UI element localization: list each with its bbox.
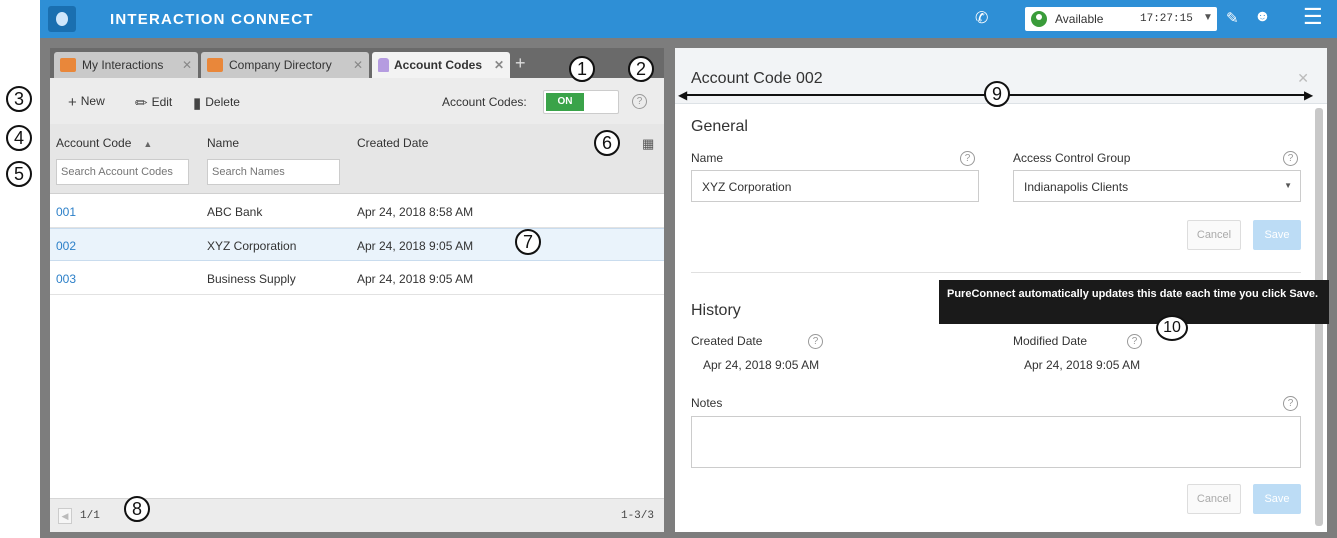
- table-row-selected[interactable]: 002 XYZ Corporation Apr 24, 2018 9:05 AM: [50, 228, 664, 261]
- callout-3: 3: [6, 86, 32, 112]
- account-code-link[interactable]: 002: [56, 239, 76, 253]
- row-name: ABC Bank: [207, 205, 263, 219]
- column-name[interactable]: Name: [207, 136, 239, 150]
- modified-date-tooltip: PureConnect automatically updates this d…: [939, 280, 1329, 324]
- row-created-date: Apr 24, 2018 9:05 AM: [357, 239, 474, 253]
- record-range: 1-3/3: [620, 510, 654, 522]
- close-icon[interactable]: ✕: [1297, 70, 1309, 87]
- app-logo: [48, 6, 76, 32]
- help-icon[interactable]: ?: [1127, 334, 1142, 349]
- detail-title: Account Code 002: [691, 70, 823, 87]
- people-icon[interactable]: ☻: [1254, 8, 1271, 26]
- edit-button[interactable]: ✏ Edit: [135, 94, 172, 112]
- cancel-button[interactable]: Cancel: [1187, 484, 1241, 514]
- callout-2: 2: [628, 56, 654, 82]
- toolbar: + New ✏ Edit ▮ Delete Account Codes: ON ?: [50, 78, 664, 124]
- access-control-group-select[interactable]: Indianapolis Clients ▼: [1013, 170, 1301, 202]
- tab-label: Account Codes: [394, 58, 483, 72]
- callout-7: 7: [515, 229, 541, 255]
- divider: [691, 272, 1301, 273]
- table-row[interactable]: 003 Business Supply Apr 24, 2018 9:05 AM: [50, 262, 664, 295]
- tab-label: My Interactions: [82, 58, 164, 72]
- callout-5: 5: [6, 161, 32, 187]
- pencil-icon: ✏: [135, 95, 148, 112]
- account-code-link[interactable]: 003: [56, 272, 76, 286]
- account-code-detail-panel: Account Code 002 ✕ General Name ? XYZ Co…: [675, 48, 1329, 532]
- account-codes-panel: My Interactions ✕ Company Directory ✕ Ac…: [50, 48, 664, 532]
- interactions-icon: [60, 58, 76, 72]
- created-date-value: Apr 24, 2018 9:05 AM: [703, 358, 820, 372]
- chevron-down-icon: ▼: [1284, 181, 1292, 190]
- tab-account-codes[interactable]: Account Codes ✕: [372, 52, 510, 78]
- modified-date-label: Modified Date: [1013, 334, 1088, 348]
- help-icon[interactable]: ?: [632, 94, 647, 109]
- hamburger-menu-icon[interactable]: ☰: [1303, 6, 1323, 28]
- account-codes-toggle-label: Account Codes:: [442, 95, 527, 109]
- tab-label: Company Directory: [229, 58, 332, 72]
- column-account-code[interactable]: Account Code ▲: [56, 136, 152, 150]
- previous-page-icon[interactable]: ◀: [58, 508, 72, 524]
- close-icon[interactable]: ✕: [182, 58, 192, 72]
- plus-icon: +: [68, 94, 77, 111]
- modified-date-value: Apr 24, 2018 9:05 AM: [1024, 358, 1141, 372]
- directory-icon: [207, 58, 223, 72]
- phone-icon[interactable]: ✆: [975, 8, 988, 28]
- search-names-input[interactable]: [207, 159, 340, 185]
- status-label: Available: [1055, 12, 1104, 26]
- row-name: XYZ Corporation: [207, 239, 297, 253]
- callout-8: 8: [124, 496, 150, 522]
- arrow-left-icon: ◀: [678, 88, 688, 102]
- page-count: 1/1: [80, 510, 100, 522]
- access-control-group-label: Access Control Group: [1013, 151, 1131, 165]
- help-icon[interactable]: ?: [808, 334, 823, 349]
- callout-6: 6: [594, 130, 620, 156]
- search-account-codes-input[interactable]: [56, 159, 189, 185]
- account-code-link[interactable]: 001: [56, 205, 76, 219]
- column-chooser-icon[interactable]: ▦: [642, 136, 654, 152]
- toggle-on-label: ON: [546, 93, 584, 111]
- status-time: 17:27:15: [1140, 13, 1193, 25]
- row-created-date: Apr 24, 2018 9:05 AM: [357, 272, 474, 286]
- help-icon[interactable]: ?: [960, 151, 975, 166]
- notes-label: Notes: [691, 396, 723, 410]
- help-icon[interactable]: ?: [1283, 396, 1298, 411]
- status-available-icon: [1031, 11, 1047, 27]
- name-field[interactable]: XYZ Corporation: [691, 170, 979, 202]
- lock-icon: [378, 58, 389, 72]
- row-name: Business Supply: [207, 272, 296, 286]
- tab-my-interactions[interactable]: My Interactions ✕: [54, 52, 198, 78]
- general-heading: General: [691, 118, 748, 135]
- created-date-label: Created Date: [691, 334, 763, 348]
- callout-1: 1: [569, 56, 595, 82]
- top-bar: INTERACTION CONNECT ✆ Available 17:27:15…: [40, 0, 1337, 38]
- callout-9: 9: [984, 81, 1010, 107]
- delete-button[interactable]: ▮ Delete: [193, 94, 240, 112]
- close-icon[interactable]: ✕: [353, 58, 363, 72]
- callout-4: 4: [6, 125, 32, 151]
- row-created-date: Apr 24, 2018 8:58 AM: [357, 205, 474, 219]
- add-tab-icon[interactable]: +: [515, 53, 526, 74]
- help-icon[interactable]: ?: [1283, 151, 1298, 166]
- general-save-button[interactable]: Save: [1253, 220, 1301, 250]
- account-codes-toggle[interactable]: ON: [543, 90, 619, 114]
- chevron-down-icon: ▼: [1203, 12, 1213, 23]
- tab-company-directory[interactable]: Company Directory ✕: [201, 52, 369, 78]
- history-heading: History: [691, 302, 741, 319]
- close-icon[interactable]: ✕: [494, 58, 504, 72]
- status-selector[interactable]: Available 17:27:15 ▼: [1025, 7, 1217, 31]
- new-button[interactable]: + New: [68, 94, 105, 111]
- column-created-date[interactable]: Created Date: [357, 136, 428, 150]
- table-row[interactable]: 001 ABC Bank Apr 24, 2018 8:58 AM: [50, 195, 664, 228]
- app-title: INTERACTION CONNECT: [110, 11, 314, 28]
- notes-field[interactable]: [691, 416, 1301, 468]
- edit-note-icon[interactable]: ✎: [1226, 9, 1239, 27]
- sort-ascending-icon: ▲: [143, 139, 153, 149]
- arrow-right-icon: ▶: [1304, 88, 1314, 102]
- save-button[interactable]: Save: [1253, 484, 1301, 514]
- callout-10: 10: [1156, 315, 1188, 341]
- trash-icon: ▮: [193, 95, 202, 112]
- general-cancel-button[interactable]: Cancel: [1187, 220, 1241, 250]
- name-label: Name: [691, 151, 724, 165]
- table-header: Account Code ▲ Name Created Date ▦: [50, 124, 664, 194]
